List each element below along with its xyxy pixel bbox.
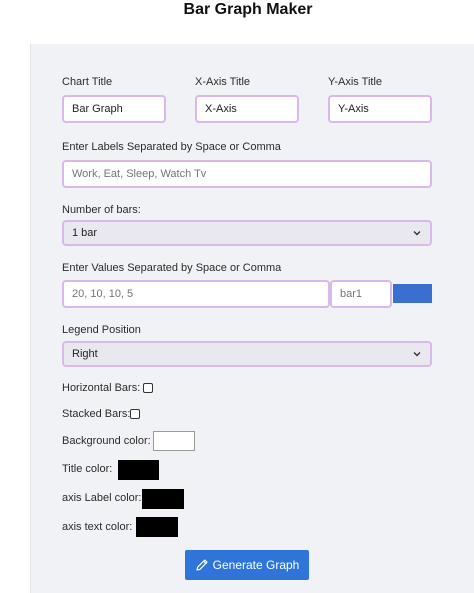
chart-title-input[interactable] (62, 95, 166, 123)
stacked-bars-label: Stacked Bars: (62, 408, 131, 420)
axis-label-color-picker[interactable] (142, 489, 184, 509)
legend-position-select[interactable]: Right (62, 341, 432, 367)
bar-color-picker[interactable] (393, 284, 432, 303)
bar-name-input[interactable] (330, 280, 392, 308)
horizontal-bars-checkbox[interactable] (143, 383, 153, 393)
stacked-bars-checkbox[interactable] (130, 409, 140, 419)
number-of-bars-label: Number of bars: (62, 204, 141, 216)
values-field-label: Enter Values Separated by Space or Comma (62, 262, 282, 274)
labels-input[interactable] (62, 160, 432, 188)
form-panel (30, 44, 474, 593)
axis-text-color-picker[interactable] (136, 517, 178, 537)
chart-title-label: Chart Title (62, 76, 113, 88)
axis-label-color-label: axis Label color: (62, 492, 142, 504)
x-axis-title-input[interactable] (195, 95, 299, 123)
horizontal-bars-label: Horizontal Bars: (62, 382, 141, 394)
number-of-bars-selected: 1 bar (72, 227, 98, 239)
title-color-label: Title color: (62, 463, 113, 475)
number-of-bars-select[interactable]: 1 bar (62, 220, 432, 246)
axis-text-color-label: axis text color: (62, 521, 133, 533)
x-axis-title-label: X-Axis Title (195, 76, 251, 88)
legend-position-selected: Right (72, 348, 98, 360)
page-title: Bar Graph Maker (183, 1, 313, 18)
labels-field-label: Enter Labels Separated by Space or Comma (62, 141, 281, 153)
pencil-icon (196, 559, 208, 571)
chevron-down-icon (413, 352, 421, 357)
legend-position-label: Legend Position (62, 324, 141, 336)
generate-graph-label: Generate Graph (212, 558, 300, 572)
chevron-down-icon (413, 231, 421, 236)
background-color-picker[interactable] (153, 431, 195, 451)
generate-graph-button[interactable]: Generate Graph (185, 550, 309, 580)
background-color-label: Background color: (62, 435, 151, 447)
y-axis-title-input[interactable] (328, 95, 432, 123)
title-color-picker[interactable] (118, 460, 159, 480)
y-axis-title-label: Y-Axis Title (328, 76, 383, 88)
page: Bar Graph Maker Chart Title X-Axis Title… (0, 0, 474, 593)
values-input[interactable] (62, 280, 330, 308)
